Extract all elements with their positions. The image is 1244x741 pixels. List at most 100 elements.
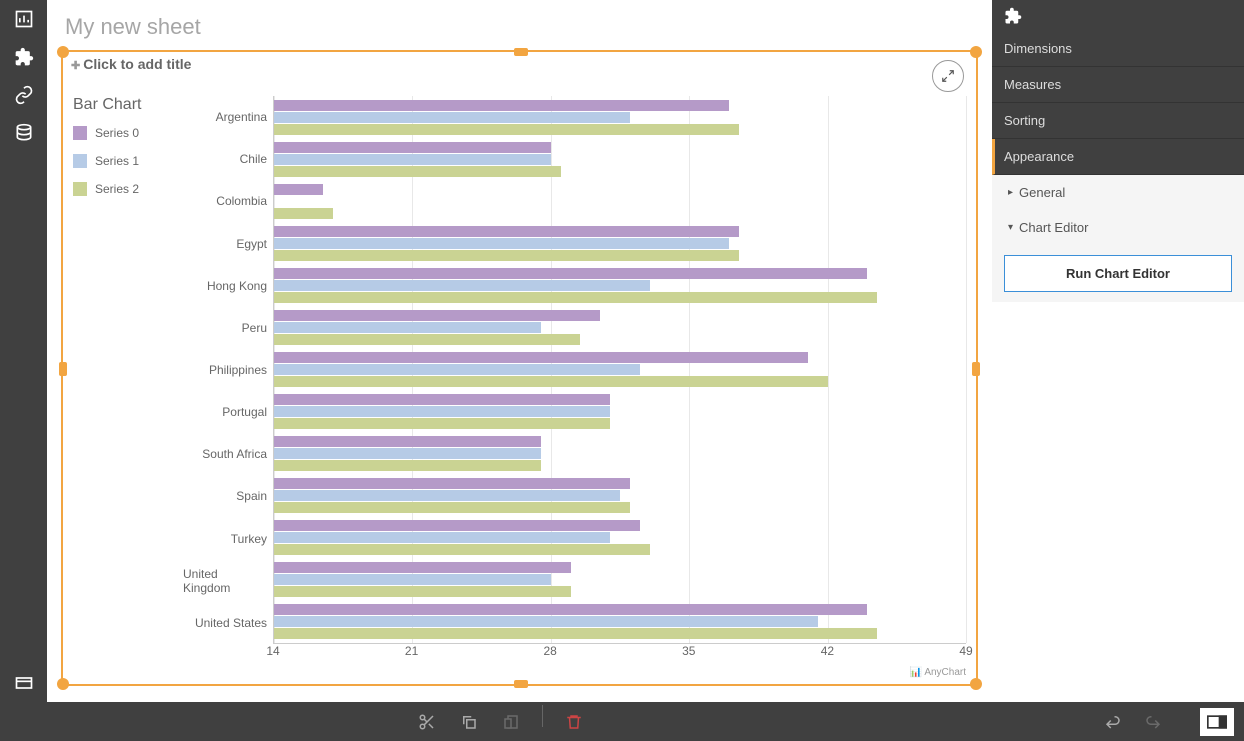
bar[interactable] xyxy=(274,184,323,195)
x-tick: 49 xyxy=(959,644,972,658)
bar[interactable] xyxy=(274,292,877,303)
left-toolbar xyxy=(0,0,47,702)
bar[interactable] xyxy=(274,532,610,543)
copy-icon[interactable] xyxy=(452,705,486,739)
bar[interactable] xyxy=(274,502,630,513)
resize-handle[interactable] xyxy=(970,46,982,58)
bar[interactable] xyxy=(274,478,630,489)
bar[interactable] xyxy=(274,364,640,375)
section-appearance[interactable]: Appearance xyxy=(992,139,1244,175)
bar[interactable] xyxy=(274,142,551,153)
category-label: Colombia xyxy=(183,180,273,222)
category-label: Peru xyxy=(183,307,273,349)
x-tick: 21 xyxy=(405,644,418,658)
resize-handle[interactable] xyxy=(57,46,69,58)
x-tick: 35 xyxy=(682,644,695,658)
expand-icon[interactable] xyxy=(932,60,964,92)
category-label: Turkey xyxy=(183,518,273,560)
sheet-title[interactable]: My new sheet xyxy=(47,0,992,50)
bar[interactable] xyxy=(274,112,630,123)
category-label: Spain xyxy=(183,475,273,517)
card-icon[interactable] xyxy=(0,664,47,702)
canvas: My new sheet Click to add title Bar Char… xyxy=(47,0,992,702)
bar[interactable] xyxy=(274,268,867,279)
bar[interactable] xyxy=(274,238,729,249)
redo-icon[interactable] xyxy=(1136,705,1170,739)
bar[interactable] xyxy=(274,124,739,135)
resize-handle[interactable] xyxy=(514,680,528,688)
bar[interactable] xyxy=(274,154,551,165)
database-icon[interactable] xyxy=(0,114,47,152)
category-label: Argentina xyxy=(183,96,273,138)
bar[interactable] xyxy=(274,586,571,597)
delete-icon[interactable] xyxy=(557,705,591,739)
legend-swatch xyxy=(73,126,87,140)
resize-handle[interactable] xyxy=(972,362,980,376)
chart-subtitle: Bar Chart xyxy=(73,96,183,114)
bar[interactable] xyxy=(274,280,650,291)
resize-handle[interactable] xyxy=(514,48,528,56)
properties-panel: Dimensions Measures Sorting Appearance G… xyxy=(992,0,1244,702)
bar[interactable] xyxy=(274,406,610,417)
paste-icon[interactable] xyxy=(494,705,528,739)
legend-label: Series 2 xyxy=(95,182,139,196)
chart-credit: 📊 AnyChart xyxy=(910,667,966,678)
bar[interactable] xyxy=(274,448,541,459)
bar[interactable] xyxy=(274,628,877,639)
link-icon[interactable] xyxy=(0,76,47,114)
bar[interactable] xyxy=(274,226,739,237)
undo-icon[interactable] xyxy=(1096,705,1130,739)
x-tick: 14 xyxy=(266,644,279,658)
bar[interactable] xyxy=(274,352,808,363)
extensions-icon[interactable] xyxy=(0,38,47,76)
bar[interactable] xyxy=(274,208,333,219)
bar[interactable] xyxy=(274,616,818,627)
bar[interactable] xyxy=(274,562,571,573)
section-sorting[interactable]: Sorting xyxy=(992,103,1244,139)
legend-label: Series 0 xyxy=(95,126,139,140)
charts-icon[interactable] xyxy=(0,0,47,38)
run-chart-editor-button[interactable]: Run Chart Editor xyxy=(1004,255,1232,292)
category-label: Philippines xyxy=(183,349,273,391)
category-label: Chile xyxy=(183,138,273,180)
bar[interactable] xyxy=(274,310,600,321)
legend-swatch xyxy=(73,154,87,168)
bar[interactable] xyxy=(274,574,551,585)
bar[interactable] xyxy=(274,460,541,471)
bottom-toolbar xyxy=(0,702,1244,741)
category-label: United Kingdom xyxy=(183,560,273,602)
bar[interactable] xyxy=(274,544,650,555)
bar[interactable] xyxy=(274,166,561,177)
bar[interactable] xyxy=(274,520,640,531)
bar[interactable] xyxy=(274,334,580,345)
category-label: Hong Kong xyxy=(183,265,273,307)
section-measures[interactable]: Measures xyxy=(992,67,1244,103)
resize-handle[interactable] xyxy=(57,678,69,690)
sub-general[interactable]: General xyxy=(992,175,1244,210)
bar[interactable] xyxy=(274,436,541,447)
bar[interactable] xyxy=(274,322,541,333)
resize-handle[interactable] xyxy=(59,362,67,376)
bar[interactable] xyxy=(274,376,828,387)
section-dimensions[interactable]: Dimensions xyxy=(992,31,1244,67)
legend-item[interactable]: Series 2 xyxy=(73,182,183,196)
x-tick: 28 xyxy=(544,644,557,658)
bar[interactable] xyxy=(274,100,729,111)
bar[interactable] xyxy=(274,394,610,405)
legend-item[interactable]: Series 0 xyxy=(73,126,183,140)
category-label: Portugal xyxy=(183,391,273,433)
category-label: United States xyxy=(183,602,273,644)
panel-toggle-icon[interactable] xyxy=(1200,708,1234,736)
chart-object[interactable]: Click to add title Bar Chart Series 0Ser… xyxy=(61,50,978,686)
bar[interactable] xyxy=(274,490,620,501)
bar[interactable] xyxy=(274,604,867,615)
legend-item[interactable]: Series 1 xyxy=(73,154,183,168)
resize-handle[interactable] xyxy=(970,678,982,690)
extension-icon xyxy=(992,0,1244,31)
cut-icon[interactable] xyxy=(410,705,444,739)
legend-swatch xyxy=(73,182,87,196)
bar[interactable] xyxy=(274,250,739,261)
bar[interactable] xyxy=(274,418,610,429)
sub-chart-editor[interactable]: Chart Editor xyxy=(992,210,1244,245)
category-label: Egypt xyxy=(183,222,273,264)
